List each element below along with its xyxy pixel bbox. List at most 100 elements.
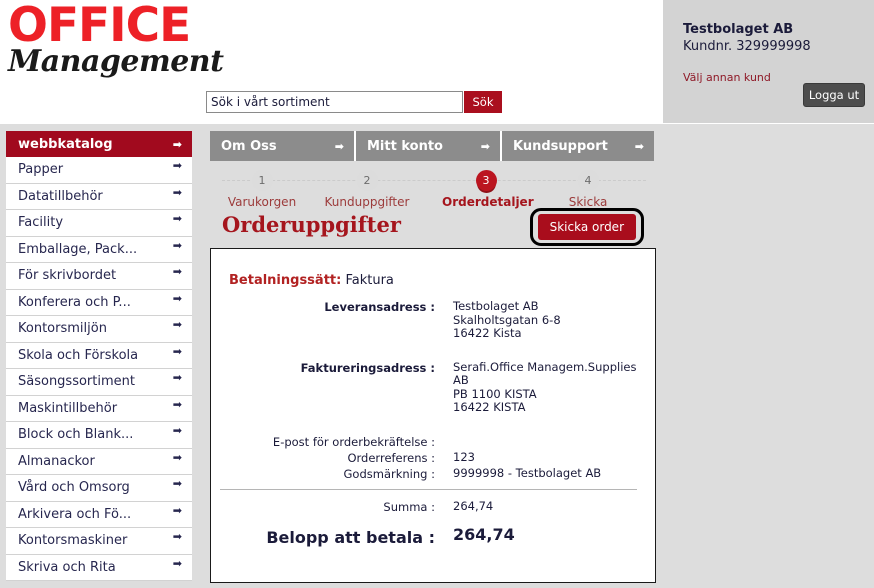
arrow-right-icon: ➡ [172,477,182,490]
customer-name: Testbolaget AB [683,22,794,37]
sidebar-item-maskintillbehor[interactable]: Maskintillbehör ➡ [6,395,192,422]
arrow-right-icon: ➡ [172,424,182,437]
arrow-right-icon: ➡ [172,556,182,570]
arrow-right-icon: ➡ [172,238,182,252]
step-label: Varukorgen [227,195,297,209]
nav-tab-kundsupport[interactable]: Kundsupport ➡ [502,131,654,161]
nav-tab-mitt-konto[interactable]: Mitt konto ➡ [356,131,502,161]
sidebar-item-for-skrivbordet[interactable]: För skrivbordet ➡ [6,263,192,290]
sidebar-item-emballage-pack[interactable]: Emballage, Pack... ➡ [6,236,192,263]
logo-office-text: OFFICE [8,0,191,53]
arrow-right-icon: ➡ [634,139,644,153]
arrow-right-icon: ➡ [172,212,182,225]
nav-tab-label: Om Oss [221,138,277,154]
invoice-address-label: Faktureringsadress : [300,360,435,375]
step-number-badge[interactable]: 1 [251,170,273,191]
step-number-badge[interactable]: 3 [475,170,497,191]
payment-method-label: Betalningssätt: [229,273,342,288]
sidebar-item-facility[interactable]: Facility ➡ [6,210,192,237]
send-order-highlight: Skicka order [529,208,644,246]
customer-number: Kundnr. 329999998 [683,39,811,54]
checkout-step-3[interactable]: 3 Orderdetaljer [442,166,534,209]
order-reference-label: Orderreferens : [347,450,435,465]
page-title: Orderuppgifter [222,212,401,237]
arrow-right-icon: ➡ [172,530,182,543]
invoice-address-value: Serafi.Office Managem.Supplies AB PB 110… [453,359,637,414]
sidebar-item-kontorsmaskiner[interactable]: Kontorsmaskiner ➡ [6,528,192,555]
sidebar-item-skriva-och-rita[interactable]: Skriva och Rita ➡ [6,554,192,581]
section-divider [220,488,637,490]
sidebar-header-label: webbkatalog [18,136,113,152]
checkout-step-2[interactable]: 2 Kunduppgifter [323,166,411,209]
sidebar-item-label: Skriva och Rita [18,559,116,575]
send-order-button[interactable]: Skicka order [537,214,636,240]
total-amount-value: 264,74 [453,524,515,544]
step-number-badge[interactable]: 2 [356,170,378,191]
confirmation-email-label: E-post för orderbekräftelse : [272,434,435,449]
sidebar-item-label: Papper [18,162,64,178]
main-content: 1 Varukorgen 2 Kunduppgifter 3 Orderdeta… [210,166,656,583]
sidebar-item-label: Skola och Förskola [18,347,139,363]
arrow-right-icon: ➡ [172,397,182,411]
arrow-right-icon: ➡ [172,503,182,517]
sidebar-item-konferera-och-p[interactable]: Konferera och P... ➡ [6,289,192,316]
site-logo[interactable]: OFFICE Management [8,0,224,78]
sidebar-item-papper[interactable]: Papper ➡ [6,157,192,184]
sidebar-item-label: För skrivbordet [18,268,117,284]
customer-info-box: Testbolaget AB Kundnr. 329999998 Välj an… [663,0,874,123]
sidebar-item-sasongssortiment[interactable]: Säsongssortiment ➡ [6,369,192,396]
arrow-right-icon: ➡ [334,139,344,153]
arrow-right-icon: ➡ [172,291,182,305]
goods-marking-label: Godsmärkning : [343,466,435,481]
sidebar-item-label: Vård och Omsorg [18,480,130,496]
step-label: Orderdetaljer [442,195,534,209]
arrow-right-icon: ➡ [172,185,182,199]
sum-row: Summa : 264,74 [211,499,655,514]
checkout-step-1[interactable]: 1 Varukorgen [218,166,306,209]
sidebar-item-kontorsmiljon[interactable]: Kontorsmiljön ➡ [6,316,192,343]
sidebar-item-datatillbehor[interactable]: Datatillbehör ➡ [6,183,192,210]
logout-button[interactable]: Logga ut [803,83,865,107]
invoice-address-row: Faktureringsadress : Serafi.Office Manag… [211,359,655,415]
search-button[interactable]: Sök [464,91,502,113]
payment-method-row: Betalningssätt: Faktura [229,273,655,288]
main-navigation: Om Oss ➡ Mitt konto ➡ Kundsupport ➡ [210,131,654,161]
sidebar-item-label: Kontorsmaskiner [18,533,128,549]
sidebar-item-label: Maskintillbehör [18,400,118,416]
category-sidebar: webbkatalog ➡ Papper ➡ Datatillbehör ➡ F… [6,131,192,581]
sidebar-header-webbkatalog[interactable]: webbkatalog ➡ [6,131,192,157]
page-title-row: Orderuppgifter Skicka order [210,208,656,248]
sidebar-item-almanackor[interactable]: Almanackor ➡ [6,448,192,475]
arrow-right-icon: ➡ [172,371,182,384]
sidebar-item-label: Almanackor [18,453,95,469]
sidebar-item-label: Konferera och P... [18,294,131,310]
step-number-badge[interactable]: 4 [577,170,599,191]
choose-other-customer-link[interactable]: Välj annan kund [683,71,771,84]
arrow-right-icon: ➡ [172,344,182,358]
sidebar-item-label: Arkivera och Fö... [18,506,132,522]
sidebar-item-label: Block och Blank... [18,427,134,443]
arrow-right-icon: ➡ [172,137,182,151]
sum-label: Summa : [383,499,435,514]
sidebar-item-vard-och-omsorg[interactable]: Vård och Omsorg ➡ [6,475,192,502]
nav-tab-om-oss[interactable]: Om Oss ➡ [210,131,356,161]
checkout-step-4[interactable]: 4 Skicka [544,166,632,209]
nav-tab-label: Kundsupport [513,138,608,154]
search-input[interactable] [206,91,463,113]
delivery-address-value: Testbolaget AB Skalholtsgatan 6-8 16422 … [453,299,561,340]
goods-marking-row: Godsmärkning : 9999998 - Testbolaget AB [211,465,655,481]
total-amount-row: Belopp att betala : 264,74 [211,524,655,547]
arrow-right-icon: ➡ [480,139,490,153]
sidebar-item-label: Kontorsmiljön [18,321,107,337]
order-reference-row: Orderreferens : 123 [211,450,655,465]
nav-tab-label: Mitt konto [367,138,443,154]
confirmation-email-row: E-post för orderbekräftelse : [211,435,655,449]
sidebar-item-block-och-blank[interactable]: Block och Blank... ➡ [6,422,192,449]
site-header: OFFICE Management Testbolaget AB Kundnr.… [0,0,874,124]
sidebar-item-skola-och-forskola[interactable]: Skola och Förskola ➡ [6,342,192,369]
goods-marking-value: 9999998 - Testbolaget AB [453,465,602,480]
sidebar-item-arkivera-och-fo[interactable]: Arkivera och Fö... ➡ [6,501,192,528]
step-label: Skicka [568,195,608,209]
